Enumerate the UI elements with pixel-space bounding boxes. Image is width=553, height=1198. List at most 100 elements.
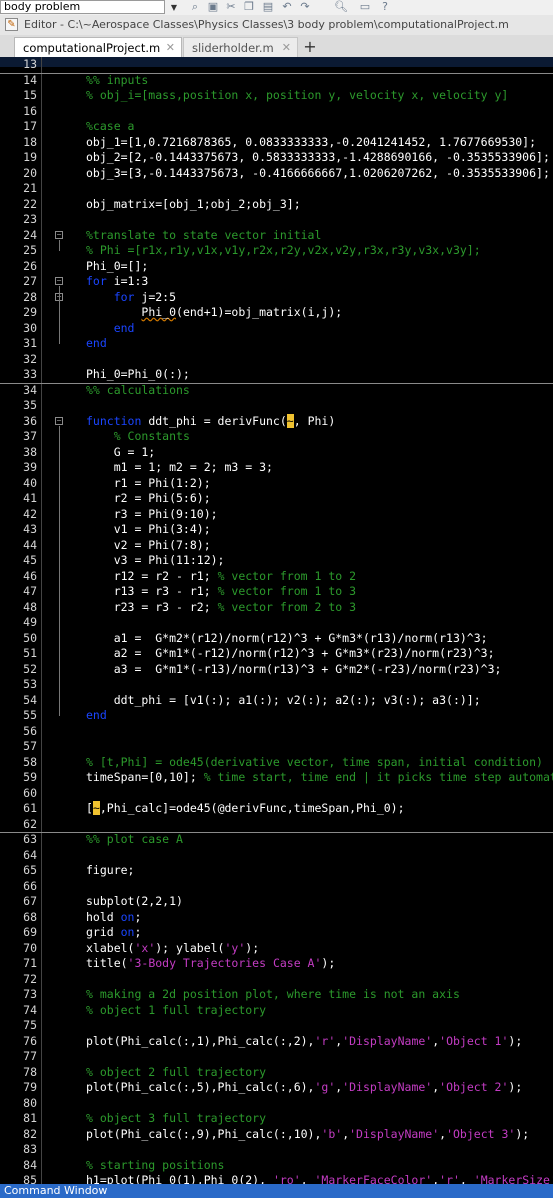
code-line[interactable]: 18 obj_1=[1,0.7216878365, 0.0833333333,-0… (0, 135, 553, 151)
code-line[interactable]: 44 v2 = Phi(7:8); (0, 538, 553, 554)
code-line[interactable]: 40 r1 = Phi(1:2); (0, 476, 553, 492)
code-line[interactable]: 61 [~,Phi_calc]=ode45(@derivFunc,timeSpan… (0, 801, 553, 817)
code-line[interactable]: 79 plot(Phi_calc(:,5),Phi_calc(:,6),'g','… (0, 1080, 553, 1096)
code-line[interactable]: 84 % starting positions (0, 1158, 553, 1174)
code-line[interactable]: 25 % Phi =[r1x,r1y,v1x,v1y,r2x,r2y,v2x,v2… (0, 243, 553, 259)
code-line[interactable]: 28− for j=2:5 (0, 290, 553, 306)
code-line[interactable]: 57 (0, 739, 553, 755)
comment-token: % obj_i=[mass,position x, position y, ve… (86, 88, 509, 102)
code-line[interactable]: 45 v3 = Phi(11:12); (0, 553, 553, 569)
code-line[interactable]: 34 %% calculations (0, 383, 553, 399)
code-line[interactable]: 29 Phi_0(end+1)=obj_matrix(i,j); (0, 305, 553, 321)
code-line[interactable]: 70 xlabel('x'); ylabel('y'); (0, 941, 553, 957)
code-line[interactable]: 80 (0, 1096, 553, 1112)
close-icon[interactable]: ✕ (282, 38, 291, 58)
code-line[interactable]: 38 G = 1; (0, 445, 553, 461)
copy-icon[interactable]: ❐ (242, 0, 256, 14)
code-line[interactable]: 22 obj_matrix=[obj_1;obj_2;obj_3]; (0, 197, 553, 213)
code-line[interactable]: 62 (0, 817, 553, 833)
code-line[interactable]: 48 r23 = r3 - r2; % vector from 2 to 3 (0, 600, 553, 616)
code-line[interactable]: 30 end (0, 321, 553, 337)
code-line[interactable]: 77 (0, 1049, 553, 1065)
code-text: v3 = Phi(11:12); (86, 553, 225, 569)
help-icon[interactable]: ? (378, 0, 392, 14)
code-line[interactable]: 23 (0, 212, 553, 228)
command-window-header[interactable]: Command Window (0, 1184, 553, 1198)
code-line[interactable]: 63 %% plot case A (0, 832, 553, 848)
code-line[interactable]: 72 (0, 972, 553, 988)
code-line[interactable]: 83 (0, 1142, 553, 1158)
code-line[interactable]: 76 plot(Phi_calc(:,1),Phi_calc(:,2),'r','… (0, 1034, 553, 1050)
code-line[interactable]: 33 Phi_0=Phi_0(:); (0, 367, 553, 383)
code-line[interactable]: 14 %% inputs (0, 73, 553, 89)
code-line[interactable]: 68 hold on; (0, 910, 553, 926)
code-line[interactable]: 43 v1 = Phi(3:4); (0, 522, 553, 538)
code-line[interactable]: 16 (0, 104, 553, 120)
code-line[interactable]: 75 (0, 1018, 553, 1034)
undo-icon[interactable]: ↶ (280, 0, 294, 14)
code-line[interactable]: 59 timeSpan=[0,10]; % time start, time en… (0, 770, 553, 786)
code-line[interactable]: 74 % object 1 full trajectory (0, 1003, 553, 1019)
code-line[interactable]: 41 r2 = Phi(5:6); (0, 491, 553, 507)
code-line[interactable]: 20 obj_3=[3,-0.1443375673, -0.4166666667,… (0, 166, 553, 182)
tab-sliderholder[interactable]: sliderholder.m ✕ (183, 37, 298, 57)
tab-computationalproject[interactable]: computationalProject.m ✕ (14, 37, 182, 57)
close-icon[interactable]: ✕ (166, 38, 175, 58)
code-line[interactable]: 26 Phi_0=[]; (0, 259, 553, 275)
code-line[interactable]: 58 % [t,Phi] = ode45(derivative vector, t… (0, 755, 553, 771)
code-line[interactable]: 13 (0, 57, 553, 73)
code-line[interactable]: 52 a3 = G*m1*(-r13)/norm(r13)^3 + G*m2*(… (0, 662, 553, 678)
code-line[interactable]: 82 plot(Phi_calc(:,9),Phi_calc(:,10),'b',… (0, 1127, 553, 1143)
search-input[interactable]: body problem (0, 0, 165, 14)
code-line[interactable]: 32 (0, 352, 553, 368)
code-line[interactable]: 47 r13 = r3 - r1; % vector from 1 to 3 (0, 584, 553, 600)
code-line[interactable]: 37 % Constants (0, 429, 553, 445)
code-line[interactable]: 71 title('3-Body Trajectories Case A'); (0, 956, 553, 972)
code-line[interactable]: 21 (0, 181, 553, 197)
code-line[interactable]: 81 % object 3 full trajectory (0, 1111, 553, 1127)
fold-toggle-icon[interactable]: − (55, 277, 63, 285)
code-line[interactable]: 55 end (0, 708, 553, 724)
fold-toggle-icon[interactable]: − (55, 416, 63, 425)
code-line[interactable]: 17 %case a (0, 119, 553, 135)
code-line[interactable]: 78 % object 2 full trajectory (0, 1065, 553, 1081)
code-line[interactable]: 56 (0, 724, 553, 740)
save-icon[interactable]: ▣ (206, 0, 220, 14)
code-line[interactable]: 24 − %translate to state vector initial (0, 228, 553, 244)
code-line[interactable]: 36 − function ddt_phi = derivFunc(~, Phi) (0, 413, 553, 430)
fold-toggle-icon[interactable]: − (55, 230, 63, 239)
code-line[interactable]: 15 % obj_i=[mass,position x, position y, … (0, 88, 553, 104)
code-line[interactable]: 64 (0, 848, 553, 864)
code-line[interactable]: 69 grid on; (0, 925, 553, 941)
paste-icon[interactable]: ▤ (261, 0, 275, 14)
code-line[interactable]: 49 (0, 615, 553, 631)
code-line[interactable]: 85 h1=plot(Phi_0(1),Phi_0(2), 'ro', 'Mark… (0, 1173, 553, 1184)
code-line[interactable]: 27 − for i=1:3 (0, 274, 553, 290)
code-line[interactable]: 50 a1 = G*m2*(r12)/norm(r12)^3 + G*m3*(r… (0, 631, 553, 647)
redo-icon[interactable]: ↷ (298, 0, 312, 14)
search-dropdown-icon[interactable]: ▼ (166, 0, 182, 15)
code-line[interactable]: 35 (0, 398, 553, 414)
cut-icon[interactable]: ✂ (224, 0, 238, 14)
code-line[interactable]: 73 % making a 2d position plot, where tim… (0, 987, 553, 1003)
code-line[interactable]: 67 subplot(2,2,1) (0, 894, 553, 910)
comment-token: % vector from 2 to 3 (217, 599, 357, 614)
code-line[interactable]: 60 (0, 786, 553, 802)
code-text: % [t,Phi] = ode45(derivative vector, tim… (86, 755, 543, 771)
find-icon[interactable]: 🔍︎ (334, 0, 348, 14)
code-line[interactable]: 42 r3 = Phi(9:10); (0, 507, 553, 523)
add-tab-button[interactable]: + (300, 38, 320, 56)
code-editor[interactable]: 13 14 %% inputs 15 % obj_i=[mass,position x,… (0, 57, 553, 1184)
code-line[interactable]: 46 r12 = r2 - r1; % vector from 1 to 2 (0, 569, 553, 585)
code-line[interactable]: 31 end (0, 336, 553, 352)
search-icon[interactable]: ⌕ (188, 0, 202, 14)
code-line[interactable]: 66 (0, 879, 553, 895)
line-number: 46 (23, 568, 37, 583)
code-line[interactable]: 54 ddt_phi = [v1(:); a1(:); v2(:); a2(:)… (0, 693, 553, 709)
code-line[interactable]: 19 obj_2=[2,-0.1443375673, 0.5833333333,-… (0, 150, 553, 166)
code-line[interactable]: 53 (0, 677, 553, 693)
code-line[interactable]: 51 a2 = G*m1*(-r12)/norm(r12)^3 + G*m3*(… (0, 646, 553, 662)
window-icon[interactable]: ▭ (358, 0, 372, 14)
code-line[interactable]: 39 m1 = 1; m2 = 2; m3 = 3; (0, 460, 553, 476)
code-line[interactable]: 65 figure; (0, 863, 553, 879)
